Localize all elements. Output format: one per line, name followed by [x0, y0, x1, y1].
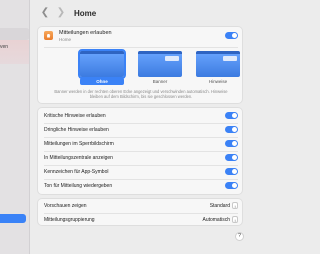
toggle-label-lock-screen: Mitteilungen im Sperrbildschirm [44, 141, 114, 147]
chevron-up-down-icon: ↕ [232, 216, 238, 223]
alert-style-picker: Ohne Banner Hinweise [38, 49, 244, 91]
style-option-alerts[interactable]: Hinweise [196, 51, 240, 91]
toggle-label-time-sensitive: Dringliche Hinweise erlauben [44, 127, 109, 133]
sidebar-user-label: ven [0, 44, 9, 50]
popup-label-grouping: Mitteilungsgruppierung [44, 217, 95, 223]
toolbar: ❮ ❯ Home [31, 0, 250, 26]
toggle-row-time-sensitive: Dringliche Hinweise erlauben [44, 124, 238, 136]
back-button[interactable]: ❮ [39, 6, 51, 20]
style-option-none[interactable]: Ohne [78, 49, 126, 91]
toggle-time-sensitive[interactable] [225, 126, 238, 133]
previews-popup[interactable]: Standard ↕ [210, 202, 238, 209]
toggle-row-lock-screen: Mitteilungen im Sperrbildschirm [44, 138, 238, 150]
style-label-banner: Banner [152, 79, 168, 84]
toggle-row-critical: Kritische Hinweise erlauben [44, 110, 238, 122]
sidebar-search-field[interactable] [0, 28, 29, 40]
style-preview-banner [138, 51, 182, 77]
style-description: Banner werden in der rechten oberen Ecke… [54, 89, 228, 99]
sidebar-item-notifications[interactable] [0, 214, 26, 223]
style-preview-alerts [196, 51, 240, 77]
grouping-popup-value: Automatisch [202, 216, 230, 223]
style-preview-none [78, 49, 126, 79]
forward-button[interactable]: ❯ [55, 6, 67, 20]
toggle-lock-screen[interactable] [225, 140, 238, 147]
allow-notifications-row: Mitteilungen erlauben Home [44, 30, 238, 44]
home-app-icon [44, 31, 53, 40]
style-option-banner[interactable]: Banner [138, 51, 182, 91]
popup-row-previews: Vorschauen zeigen Standard ↕ [44, 200, 238, 212]
toggle-label-critical: Kritische Hinweise erlauben [44, 113, 106, 119]
divider [44, 47, 238, 48]
sidebar: ven [0, 0, 30, 254]
toggle-label-notification-center: In Mitteilungszentrale anzeigen [44, 155, 113, 161]
toggle-critical[interactable] [225, 112, 238, 119]
chevron-left-icon: ❮ [40, 7, 50, 18]
toggle-row-sound: Ton für Mitteilung wiedergeben [44, 180, 238, 192]
toggle-badge[interactable] [225, 168, 238, 175]
chevron-up-down-icon: ↕ [232, 202, 238, 209]
allow-notifications-toggle[interactable] [225, 32, 238, 39]
toggle-row-notification-center: In Mitteilungszentrale anzeigen [44, 152, 238, 164]
allow-notifications-label: Mitteilungen erlauben [59, 30, 112, 36]
toggle-notification-center[interactable] [225, 154, 238, 161]
help-button[interactable]: ? [235, 232, 244, 241]
sidebar-user-item[interactable]: ven [0, 40, 29, 64]
main-pane: ❮ ❯ Home Mitteilungen erlauben Home Ohne [31, 0, 250, 254]
chevron-right-icon: ❯ [56, 7, 66, 18]
style-label-alerts: Hinweise [208, 79, 228, 84]
toggle-sound[interactable] [225, 182, 238, 189]
page-title: Home [74, 8, 97, 18]
notification-style-card: Mitteilungen erlauben Home Ohne Banner H… [37, 26, 243, 104]
toggle-row-badge: Kennzeichen für App-Symbol [44, 166, 238, 178]
notification-options-card: Kritische Hinweise erlauben Dringliche H… [37, 107, 243, 195]
popup-row-grouping: Mitteilungsgruppierung Automatisch ↕ [44, 214, 238, 226]
app-name-label: Home [59, 37, 72, 42]
toggle-label-badge: Kennzeichen für App-Symbol [44, 169, 109, 175]
previews-popup-value: Standard [209, 202, 230, 209]
grouping-popup[interactable]: Automatisch ↕ [202, 216, 238, 223]
preview-options-card: Vorschauen zeigen Standard ↕ Mitteilungs… [37, 198, 243, 226]
toggle-label-sound: Ton für Mitteilung wiedergeben [44, 183, 113, 189]
style-label-none: Ohne [80, 78, 124, 85]
popup-label-previews: Vorschauen zeigen [44, 203, 87, 209]
